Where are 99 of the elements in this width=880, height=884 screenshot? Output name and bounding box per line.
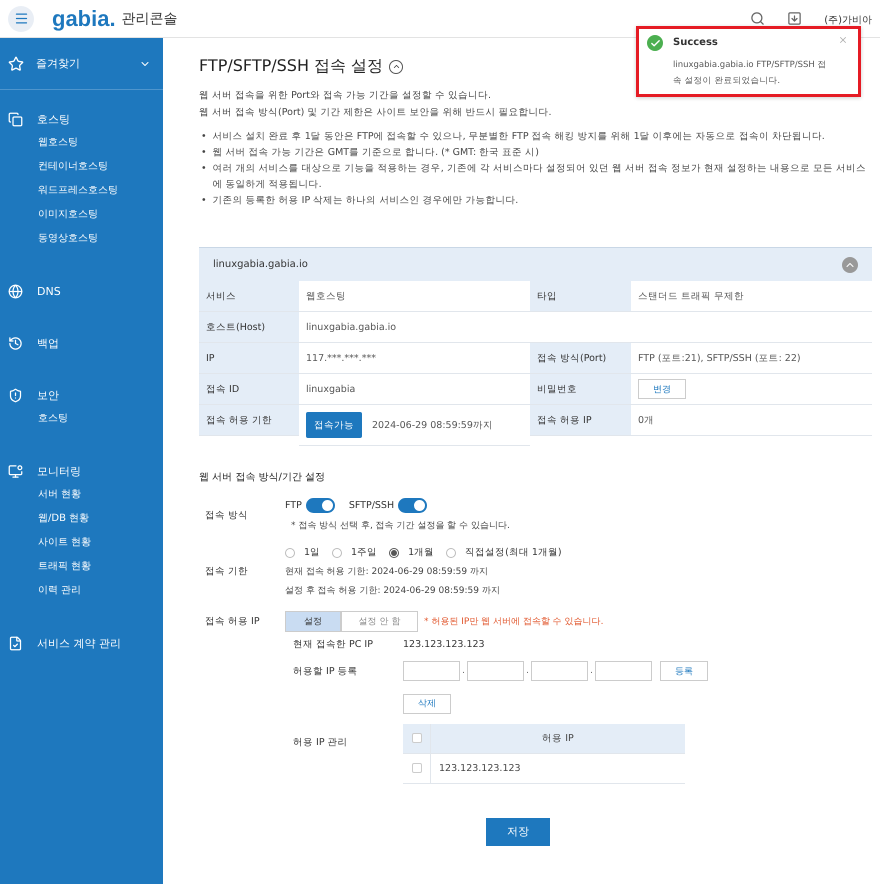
- shield-icon: [8, 388, 23, 402]
- sidebar-item[interactable]: 호스팅: [0, 406, 68, 430]
- field-label: 허용할 IP 등록: [293, 664, 359, 678]
- ip-input-field[interactable]: [467, 661, 524, 681]
- star-icon: [8, 56, 24, 72]
- segment-button[interactable]: 설정 안 함: [341, 611, 418, 632]
- ip-separator: .: [589, 666, 594, 676]
- toggle-label: SFTP/SSH: [348, 500, 394, 511]
- bullet-marker: •: [201, 146, 207, 160]
- current-ip: 123.123.123.123: [403, 639, 486, 650]
- intro-text: 웹 서버 접속을 위한 Port와 접속 가능 기간을 설정할 수 있습니다.: [199, 89, 492, 103]
- sidebar-group[interactable]: 보안: [0, 384, 67, 406]
- table-cell: 123.123.123.123: [431, 754, 685, 784]
- field-label: 접속 기한: [204, 565, 250, 578]
- change-button[interactable]: 변경: [638, 379, 686, 399]
- sidebar-item[interactable]: 동영상호스팅: [0, 226, 98, 250]
- radio-option[interactable]: 직접설정(최대 1개월): [446, 546, 562, 559]
- ip-input-field[interactable]: [531, 661, 588, 681]
- sidebar-item[interactable]: 이미지호스팅: [0, 202, 98, 226]
- notice-text: 기존의 등록한 허용 IP 삭제는 하나의 서비스인 경우에만 가능합니다.: [212, 194, 518, 208]
- app-name: 관리콘솔: [122, 10, 178, 28]
- sidebar-item[interactable]: 컨테이너호스팅: [0, 154, 108, 178]
- checkbox[interactable]: [412, 733, 422, 743]
- close-button[interactable]: [838, 35, 848, 45]
- toggle-label: FTP: [285, 500, 302, 511]
- sidebar-item[interactable]: 이력 관리: [0, 578, 82, 602]
- save-button[interactable]: 저장: [486, 818, 550, 846]
- sidebar-item[interactable]: 웹호스팅: [0, 130, 78, 154]
- sidebar-group[interactable]: DNS: [0, 280, 69, 302]
- close-icon: [838, 35, 848, 45]
- sidebar-item[interactable]: 사이트 현황: [0, 530, 92, 554]
- copy-icon: [8, 112, 23, 126]
- notice-text: 여러 개의 서비스를 대상으로 기능을 적용하는 경우, 기존에 각 서비스마다 설정되어 있던 웹 서버 접속 정보가 현재 설정하는 내용으로 모든 서비스에 동일하게 적용됩니다.: [212, 162, 868, 192]
- table-header-cell: 접속 ID: [199, 374, 299, 405]
- bullet-marker: •: [201, 194, 207, 208]
- intro-text: 웹 서버 접속 방식(Port) 및 기간 제한은 사이트 보안을 위해 반드시 필요합니다.: [199, 106, 552, 120]
- menu-icon: [14, 11, 28, 26]
- field-label: 접속 허용 IP: [204, 615, 261, 628]
- sidebar-group[interactable]: 호스팅: [0, 108, 78, 130]
- table-header-cell: IP: [199, 343, 299, 374]
- ip-input-field[interactable]: [595, 661, 652, 681]
- sidebar-group[interactable]: 서비스 계약 관리: [0, 632, 129, 654]
- notice-text: 서비스 설치 완료 후 1달 동안은 FTP에 접속할 수 있으나, 무분별한 FTP 접속 해킹 방지를 위해 1달 이후에는 자동으로 접속이 차단됩니다.: [212, 130, 825, 144]
- ip-separator: .: [461, 666, 466, 676]
- download-icon[interactable]: [787, 11, 802, 26]
- after-expiry: 설정 후 접속 허용 기한: 2024-06-29 08:59:59 까지: [285, 585, 501, 597]
- radio-option[interactable]: 1개월: [389, 546, 434, 559]
- notice-text: 웹 서버 접속 가능 기간은 GMT를 기준으로 합니다. (* GMT: 한국 표준 시): [212, 146, 539, 160]
- bullet-marker: •: [201, 130, 207, 144]
- field-label: 현재 접속한 PC IP: [293, 638, 374, 651]
- menu-button[interactable]: [8, 6, 34, 32]
- column-header: 허용 IP: [431, 724, 685, 754]
- register-button[interactable]: 등록: [660, 661, 708, 681]
- current-expiry: 현재 접속 허용 기한: 2024-06-29 08:59:59 까지: [285, 566, 489, 578]
- delete-button[interactable]: 삭제: [403, 694, 451, 714]
- sidebar-group[interactable]: 모니터링: [0, 460, 89, 482]
- toggle-switch[interactable]: [306, 498, 335, 513]
- check-icon: [647, 35, 663, 51]
- toast-message: linuxgabia.gabia.io FTP/SFTP/SSH 접속 설정이 완료되었습니다.: [673, 58, 828, 88]
- sidebar-item[interactable]: 워드프레스호스팅: [0, 178, 118, 202]
- table-header-cell: 타입: [530, 281, 631, 312]
- sidebar-item[interactable]: 트래픽 현황: [0, 554, 92, 578]
- radio-option[interactable]: 1주일: [332, 546, 378, 559]
- bullet-marker: •: [201, 162, 207, 176]
- document-check-icon: [8, 636, 23, 650]
- table-header-cell: 서비스: [199, 281, 299, 312]
- checkbox[interactable]: [412, 763, 422, 773]
- ip-input-field[interactable]: [403, 661, 460, 681]
- favorites-item[interactable]: 즐겨찾기: [0, 38, 163, 90]
- collapse-button[interactable]: [389, 60, 404, 74]
- panel-title: linuxgabia.gabia.io: [213, 259, 308, 270]
- globe-icon: [8, 284, 23, 298]
- note-text: * 접속 방식 선택 후, 접속 기간 설정을 할 수 있습니다.: [290, 520, 511, 532]
- toggle-switch[interactable]: [398, 498, 428, 513]
- monitor-icon: [8, 464, 23, 478]
- chevron-icon: [392, 62, 401, 71]
- segment-button[interactable]: 설정: [285, 611, 341, 632]
- search-icon[interactable]: [750, 11, 766, 26]
- table-header-cell: 비밀번호: [530, 374, 631, 405]
- sidebar-item[interactable]: 웹/DB 현황: [0, 506, 90, 530]
- warning-text: * 허용된 IP만 웹 서버에 접속할 수 있습니다.: [424, 616, 604, 628]
- logo[interactable]: gabia.: [52, 6, 116, 32]
- table-header-cell: 접속 허용 기한: [199, 405, 299, 436]
- page-title: FTP/SFTP/SSH 접속 설정: [199, 56, 384, 77]
- table-header-cell: 접속 방식(Port): [530, 343, 631, 374]
- user-name[interactable]: (주)가비아: [824, 15, 872, 27]
- toast-title: Success: [673, 36, 719, 50]
- history-icon: [8, 336, 23, 350]
- field-label: 접속 방식: [204, 508, 250, 522]
- expiry-date: 2024-06-29 08:59:59까지: [372, 418, 493, 432]
- sidebar-item[interactable]: 서버 현황: [0, 482, 82, 506]
- ip-separator: .: [525, 666, 530, 676]
- sidebar-group[interactable]: 백업: [0, 332, 67, 354]
- status-button[interactable]: 접속가능: [306, 412, 362, 438]
- section-title: 웹 서버 접속 방식/기간 설정: [199, 471, 326, 484]
- table-header-cell: 접속 허용 IP: [530, 405, 631, 436]
- field-label: 허용 IP 관리: [293, 736, 349, 748]
- table-header-cell: 호스트(Host): [199, 312, 299, 343]
- radio-option[interactable]: 1일: [285, 546, 320, 559]
